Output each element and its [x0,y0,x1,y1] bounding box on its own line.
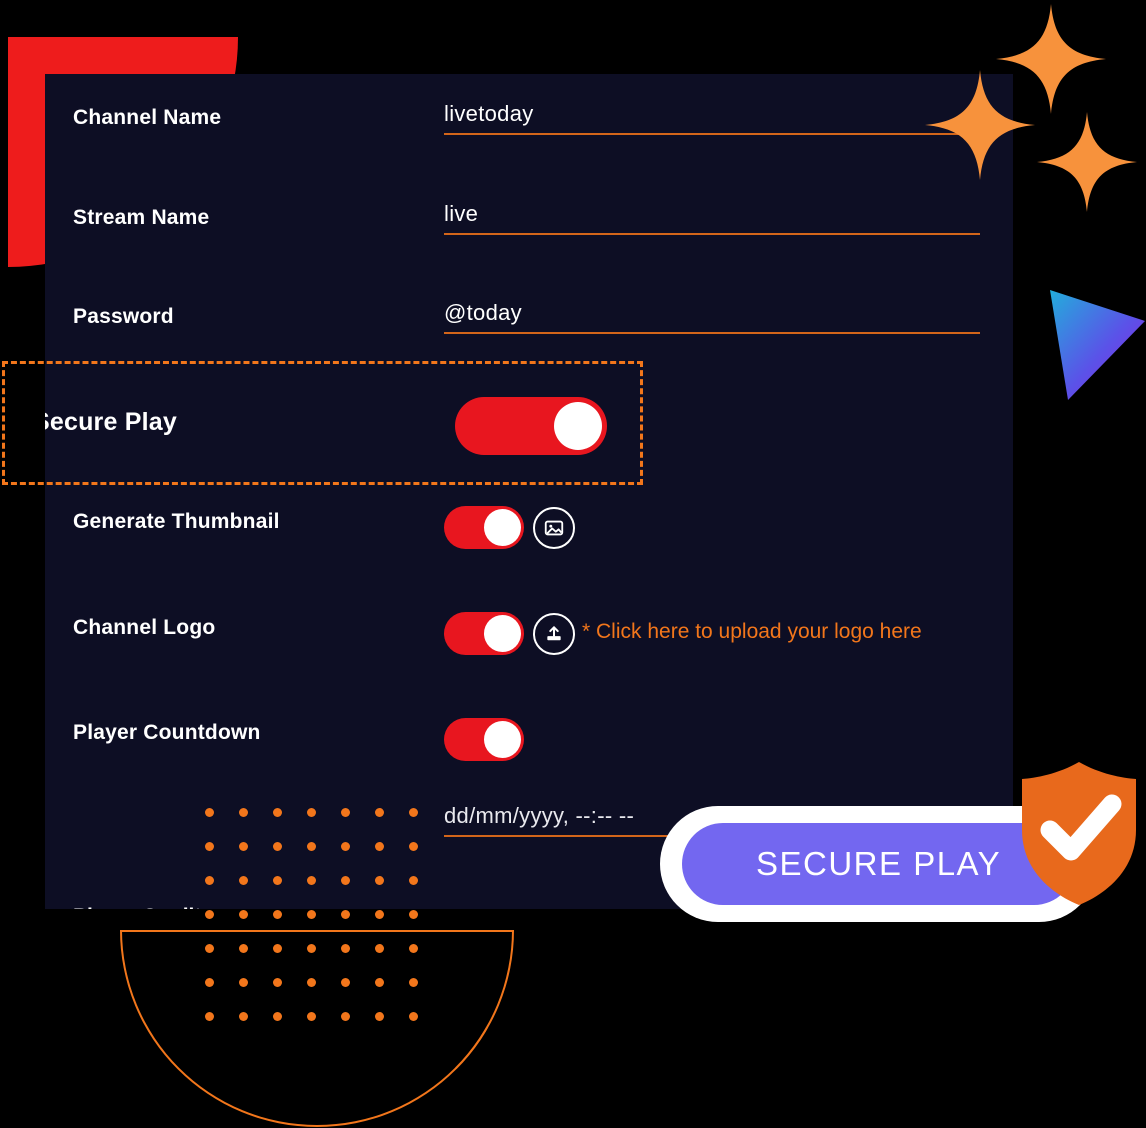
shield-check-icon [1022,762,1136,905]
channel-name-label: Channel Name [73,106,222,129]
sparkle-icon-3 [1037,112,1137,212]
password-label: Password [73,305,174,328]
toggle-knob [554,402,602,450]
secure-play-label: Secure Play [45,408,177,436]
generate-thumbnail-label: Generate Thumbnail [73,510,280,533]
upload-logo-button[interactable] [533,613,575,655]
stream-name-value: live [444,201,479,226]
channel-logo-label: Channel Logo [73,616,216,639]
settings-panel: Channel Name livetoday Stream Name live … [45,74,1013,909]
shield-check-badge [1014,758,1144,913]
upload-icon [547,626,561,641]
player-countdown-toggle[interactable] [444,718,524,761]
channel-name-input[interactable]: livetoday [444,101,980,135]
image-preview-button[interactable] [533,507,575,549]
image-icon [544,520,564,536]
upload-logo-hint: * Click here to upload your logo here [582,620,922,643]
channel-logo-toggle[interactable] [444,612,524,655]
channel-name-value: livetoday [444,101,534,126]
password-value: @today [444,300,522,325]
toggle-knob [484,615,521,652]
stream-name-label: Stream Name [73,206,210,229]
toggle-knob [484,509,521,546]
player-countdown-label: Player Countdown [73,721,261,744]
stream-name-input[interactable]: live [444,201,980,235]
clipped-row-label: Player Quality [73,905,213,909]
secure-play-toggle[interactable] [455,397,607,455]
generate-thumbnail-toggle[interactable] [444,506,524,549]
dot-grid-pattern [205,808,443,1046]
password-input[interactable]: @today [444,300,980,334]
triangle-shape [1032,278,1146,408]
toggle-knob [484,721,521,758]
